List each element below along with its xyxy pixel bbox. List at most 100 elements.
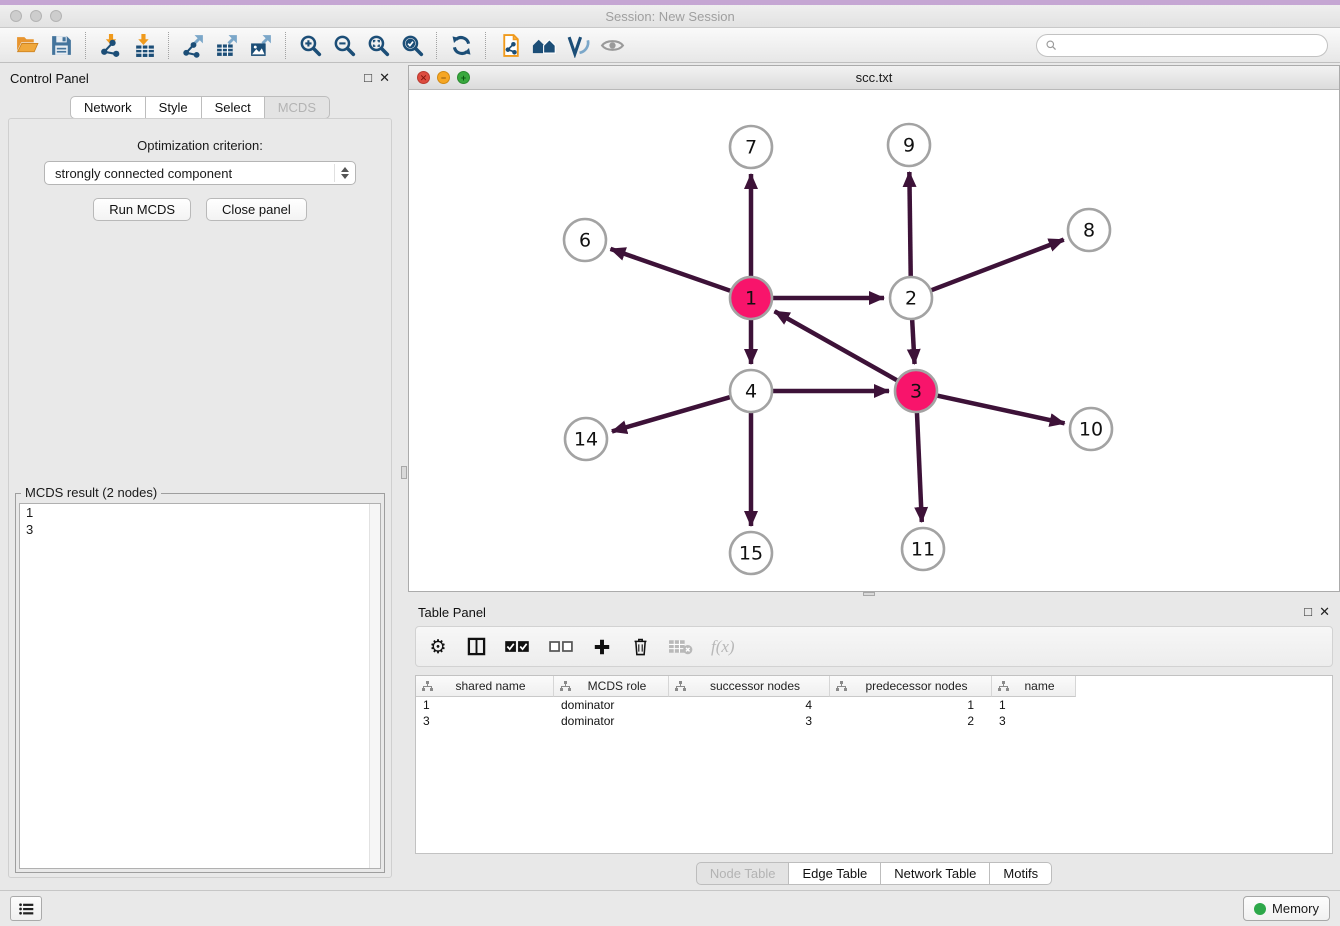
run-mcds-button[interactable]: Run MCDS — [93, 198, 191, 221]
delete-table-icon[interactable] — [668, 638, 693, 655]
import-network-icon[interactable] — [93, 30, 127, 60]
zoom-selected-icon[interactable] — [395, 30, 429, 60]
tab-edge-table[interactable]: Edge Table — [789, 862, 881, 885]
network-window: ✕ − + scc.txt 7 9 6 8 1 2 4 3 14 10 15 11 — [408, 65, 1340, 592]
graph-edge-2-3[interactable] — [912, 316, 915, 364]
export-network-icon[interactable] — [176, 30, 210, 60]
table-row[interactable]: 3dominator323 — [416, 713, 1332, 729]
function-builder-icon[interactable]: f(x) — [711, 637, 735, 657]
network-window-title: scc.txt — [409, 70, 1339, 85]
table-cell: 3 — [992, 713, 1076, 729]
tab-select[interactable]: Select — [202, 96, 265, 119]
tab-node-table[interactable]: Node Table — [696, 862, 790, 885]
table-cell: 3 — [416, 713, 554, 729]
table-panel-title: Table Panel — [418, 605, 486, 620]
column-header-MCDS-role[interactable]: MCDS role — [554, 676, 669, 697]
add-column-icon[interactable] — [592, 638, 612, 656]
status-bar: Memory — [0, 890, 1340, 926]
graph-node-3[interactable]: 3 — [895, 370, 937, 412]
table-body: 1dominator4113dominator323 — [416, 697, 1332, 729]
close-panel-icon[interactable]: ✕ — [1319, 604, 1330, 620]
column-header-predecessor-nodes[interactable]: predecessor nodes — [830, 676, 992, 697]
result-scrollbar[interactable] — [369, 504, 380, 868]
optimization-criterion-label: Optimization criterion: — [9, 138, 391, 153]
control-panel-title: Control Panel — [10, 71, 89, 86]
show-columns-icon[interactable] — [466, 637, 486, 656]
graph-edge-3-11[interactable] — [917, 409, 922, 522]
network-canvas[interactable]: 7 9 6 8 1 2 4 3 14 10 15 11 — [409, 90, 1339, 591]
graph-node-11[interactable]: 11 — [902, 528, 944, 570]
column-header-successor-nodes[interactable]: successor nodes — [669, 676, 830, 697]
homes-icon[interactable] — [527, 30, 561, 60]
memory-label: Memory — [1272, 901, 1319, 916]
list-icon — [18, 902, 35, 916]
table-row[interactable]: 1dominator411 — [416, 697, 1332, 713]
zoom-fit-icon[interactable] — [361, 30, 395, 60]
graph-node-15[interactable]: 15 — [730, 532, 772, 574]
control-panel-tabs: NetworkStyleSelectMCDS — [0, 96, 400, 119]
column-header-name[interactable]: name — [992, 676, 1076, 697]
float-panel-icon[interactable]: □ — [364, 70, 372, 86]
graph-edge-2-8[interactable] — [928, 240, 1064, 292]
zoom-in-icon[interactable] — [293, 30, 327, 60]
export-table-icon[interactable] — [210, 30, 244, 60]
graph-node-4[interactable]: 4 — [730, 370, 772, 412]
network-from-clipboard-icon[interactable] — [493, 30, 527, 60]
column-header-shared-name[interactable]: shared name — [416, 676, 554, 697]
svg-text:9: 9 — [903, 135, 915, 157]
tab-motifs[interactable]: Motifs — [990, 862, 1052, 885]
graph-node-1[interactable]: 1 — [730, 277, 772, 319]
tab-style[interactable]: Style — [146, 96, 202, 119]
close-panel-button[interactable]: Close panel — [206, 198, 307, 221]
memory-button[interactable]: Memory — [1243, 896, 1330, 921]
graph-node-14[interactable]: 14 — [565, 418, 607, 460]
import-table-icon[interactable] — [127, 30, 161, 60]
graph-edge-1-6[interactable] — [610, 249, 734, 292]
svg-text:14: 14 — [574, 429, 598, 451]
eye-icon[interactable] — [595, 30, 629, 60]
deselect-all-icon[interactable] — [548, 639, 574, 654]
graph-node-2[interactable]: 2 — [890, 277, 932, 319]
graph-node-10[interactable]: 10 — [1070, 408, 1112, 450]
graph-node-7[interactable]: 7 — [730, 126, 772, 168]
optimization-criterion-select[interactable]: strongly connected component — [44, 161, 356, 185]
select-all-icon[interactable] — [504, 639, 530, 654]
control-panel: Control Panel □ ✕ NetworkStyleSelectMCDS… — [0, 63, 400, 890]
tab-mcds[interactable]: MCDS — [265, 96, 330, 119]
mcds-result-text[interactable]: 13 — [19, 503, 381, 869]
graph-edge-3-1[interactable] — [775, 311, 901, 382]
vizmapper-icon[interactable] — [561, 30, 595, 60]
refresh-icon[interactable] — [444, 30, 478, 60]
graph-edge-4-14[interactable] — [612, 396, 734, 431]
export-image-icon[interactable] — [244, 30, 278, 60]
delete-column-icon[interactable] — [630, 637, 650, 656]
table-cell: 4 — [669, 697, 830, 713]
graph-edge-3-10[interactable] — [934, 395, 1065, 423]
table-cell: 2 — [830, 713, 992, 729]
splitter-handle[interactable] — [863, 592, 875, 596]
tab-network[interactable]: Network — [70, 96, 146, 119]
splitter-handle[interactable] — [401, 466, 407, 479]
float-panel-icon[interactable]: □ — [1304, 604, 1312, 620]
graph-node-6[interactable]: 6 — [564, 219, 606, 261]
zoom-out-icon[interactable] — [327, 30, 361, 60]
search-input[interactable] — [1063, 39, 1319, 53]
search-field[interactable] — [1036, 34, 1328, 57]
graph-edge-2-9[interactable] — [909, 172, 910, 280]
app-titlebar: Session: New Session — [0, 5, 1340, 28]
table-cell: dominator — [554, 713, 669, 729]
graph-svg[interactable]: 7 9 6 8 1 2 4 3 14 10 15 11 — [409, 90, 1339, 591]
task-history-button[interactable] — [10, 896, 42, 921]
close-panel-icon[interactable]: ✕ — [379, 70, 390, 86]
graph-node-9[interactable]: 9 — [888, 124, 930, 166]
table-settings-icon[interactable]: ⚙ — [428, 636, 448, 658]
svg-text:15: 15 — [739, 543, 763, 565]
tab-network-table[interactable]: Network Table — [881, 862, 990, 885]
result-line: 1 — [20, 504, 380, 521]
vertical-splitter[interactable] — [400, 63, 408, 890]
open-session-icon[interactable] — [10, 30, 44, 60]
save-session-icon[interactable] — [44, 30, 78, 60]
network-window-titlebar: ✕ − + scc.txt — [409, 66, 1339, 90]
memory-status-icon — [1254, 903, 1266, 915]
graph-node-8[interactable]: 8 — [1068, 209, 1110, 251]
